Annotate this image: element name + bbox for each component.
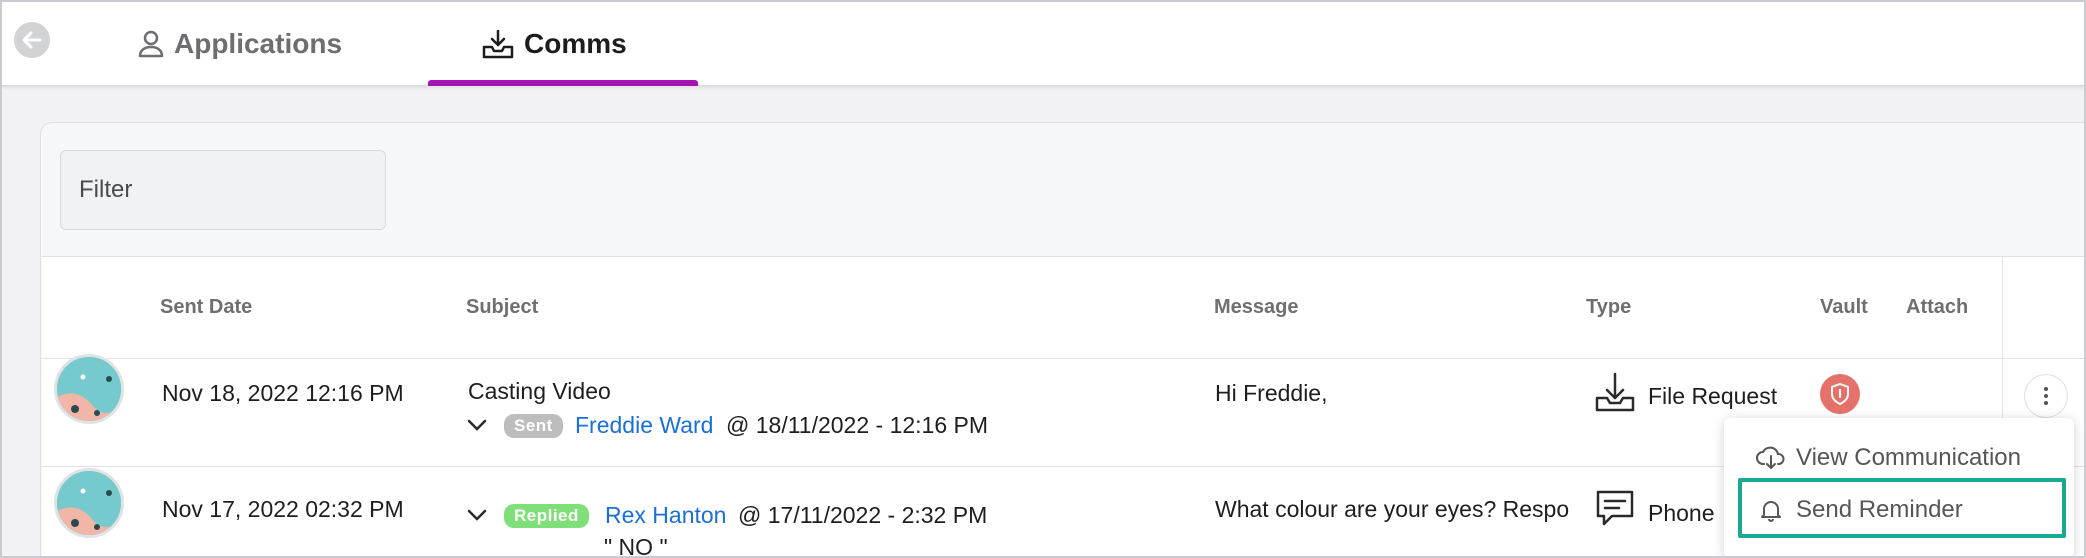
active-tab-indicator [428, 80, 698, 86]
status-badge: Sent [504, 414, 563, 438]
subject: Casting Video [468, 378, 611, 404]
avatar[interactable] [54, 468, 124, 538]
focus-highlight [1738, 478, 2066, 538]
filter-input[interactable]: Filter [60, 150, 386, 230]
header-sent-date[interactable]: Sent Date [160, 296, 252, 319]
message: Hi Freddie, [1215, 380, 1328, 406]
chevron-down-icon[interactable] [466, 508, 488, 522]
menu-item-view-communication[interactable]: View Communication [1756, 444, 2021, 472]
status-badge: Replied [504, 504, 589, 528]
cloud-download-icon [1756, 446, 1785, 469]
contact-link[interactable]: Rex Hanton [605, 502, 726, 529]
header-type[interactable]: Type [1586, 296, 1631, 319]
tab-applications[interactable]: Applications [138, 2, 342, 86]
menu-item-label: View Communication [1796, 444, 2021, 471]
shield-icon [1831, 382, 1849, 406]
avatar[interactable] [54, 354, 124, 424]
tab-label: Comms [524, 28, 627, 59]
header-message[interactable]: Message [1214, 296, 1299, 319]
header-subject[interactable]: Subject [466, 296, 538, 319]
arrow-left-icon [22, 31, 42, 49]
row-divider [42, 358, 2084, 359]
inbox-download-icon [482, 29, 514, 59]
contact-link[interactable]: Freddie Ward [575, 412, 713, 439]
user-icon [138, 30, 164, 58]
reply-text: " NO " [604, 534, 668, 558]
sent-date: Nov 17, 2022 02:32 PM [162, 496, 404, 522]
message: What colour are your eyes? Respo [1215, 496, 1570, 522]
header-vault[interactable]: Vault [1820, 296, 1868, 319]
type-label: File Request [1648, 383, 1778, 409]
tab-comms[interactable]: Comms [482, 2, 627, 86]
sent-date: Nov 18, 2022 12:16 PM [162, 380, 404, 406]
file-download-icon [1595, 372, 1635, 412]
chat-icon [1596, 490, 1634, 526]
back-button[interactable] [14, 22, 50, 58]
header-attach[interactable]: Attach [1906, 296, 1968, 319]
row-actions-button[interactable] [2024, 374, 2068, 418]
more-vertical-icon [2044, 387, 2048, 405]
tab-label: Applications [174, 28, 343, 59]
app-window: Applications Comms Filter Sent Date Subj… [0, 0, 2086, 558]
chevron-down-icon[interactable] [466, 418, 488, 432]
timestamp: @ 17/11/2022 - 2:32 PM [738, 502, 988, 528]
timestamp: @ 18/11/2022 - 12:16 PM [726, 412, 989, 438]
vault-button[interactable] [1820, 374, 1860, 414]
type-label: Phone [1648, 500, 1715, 526]
